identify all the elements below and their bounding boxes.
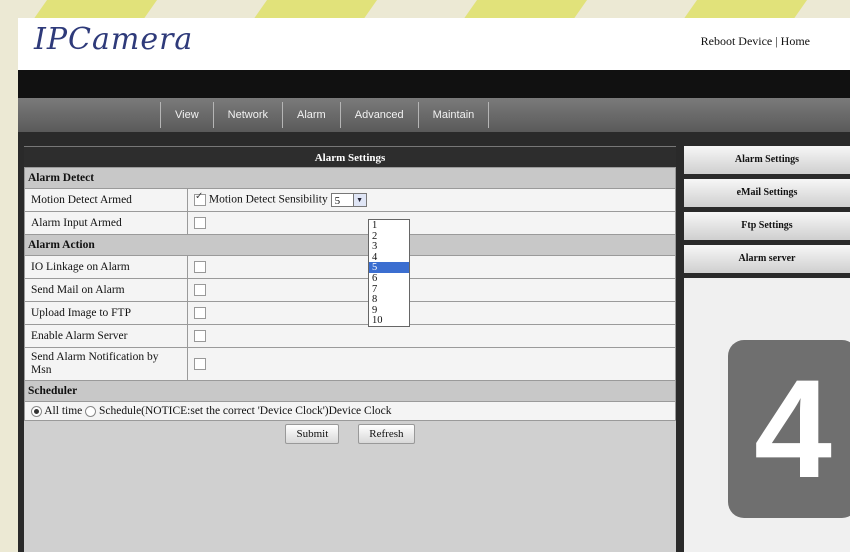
section-row: Scheduler [24, 380, 676, 402]
motion-sensibility-label: Motion Detect Sensibility [208, 193, 328, 206]
sensibility-option[interactable]: 6 [369, 273, 409, 284]
panel-title: Alarm Settings [24, 146, 676, 167]
msn-notify-checkbox[interactable] [194, 358, 206, 371]
section-scheduler: Scheduler [24, 380, 676, 402]
sensibility-option[interactable]: 4 [369, 252, 409, 263]
nav-network[interactable]: Network [212, 102, 282, 128]
scheduler-cell: All time Schedule(NOTICE:set the correct… [24, 401, 676, 421]
sensibility-option[interactable]: 7 [369, 284, 409, 295]
reboot-device-link[interactable]: Reboot Device [701, 34, 773, 48]
sensibility-option-selected[interactable]: 5 [369, 262, 409, 273]
section-alarm-detect: Alarm Detect [24, 167, 676, 189]
upload-ftp-cell [187, 301, 676, 325]
sensibility-option[interactable]: 10 [369, 315, 409, 327]
sensibility-option[interactable]: 2 [369, 231, 409, 242]
alarm-settings-panel: Alarm Settings Alarm Detect Motion Detec… [24, 146, 676, 552]
logo: IPCamera [34, 22, 194, 57]
table-row: Upload Image to FTP [24, 301, 676, 325]
sidebar-item-alarm-server[interactable]: Alarm server [684, 245, 850, 278]
submit-button[interactable]: Submit [285, 424, 340, 444]
motion-detect-checkbox[interactable] [194, 191, 206, 206]
table-row: Motion Detect Armed Motion Detect Sensib… [24, 188, 676, 212]
chevron-down-icon[interactable]: ▼ [352, 194, 366, 206]
table-row: Enable Alarm Server [24, 324, 676, 348]
nav-separator [18, 132, 850, 142]
button-row: Submit Refresh [24, 421, 676, 444]
table-row: Send Mail on Alarm [24, 278, 676, 302]
link-separator: | [775, 34, 778, 48]
motion-detect-cell: Motion Detect Sensibility 5 ▼ [187, 188, 676, 212]
nav-menu: View Network Alarm Advanced Maintain [160, 102, 490, 128]
alarm-settings-table: Alarm Detect Motion Detect Armed Motion … [24, 167, 676, 421]
table-row: All time Schedule(NOTICE:set the correct… [24, 401, 676, 421]
sidebar-item-email-settings[interactable]: eMail Settings [684, 179, 850, 212]
schedule-label: Schedule(NOTICE:set the correct 'Device … [99, 405, 392, 417]
header: IPCamera Reboot Device | Home [18, 18, 850, 70]
nav-view[interactable]: View [160, 102, 213, 128]
motion-sensibility-value: 5 [334, 195, 341, 207]
nav-bar: View Network Alarm Advanced Maintain [18, 98, 850, 132]
alarm-server-label: Enable Alarm Server [24, 324, 188, 348]
alarm-input-cell [187, 211, 676, 235]
section-alarm-action: Alarm Action [24, 234, 676, 256]
all-time-label: All time [44, 405, 83, 417]
sidebar-item-alarm-settings[interactable]: Alarm Settings [684, 146, 850, 179]
sensibility-option[interactable]: 1 [369, 220, 409, 231]
nav-maintain[interactable]: Maintain [417, 102, 490, 128]
alarm-input-checkbox[interactable] [194, 217, 206, 230]
section-row: Alarm Action [24, 234, 676, 256]
upload-ftp-checkbox[interactable] [194, 307, 206, 320]
nav-alarm[interactable]: Alarm [282, 102, 340, 128]
home-link[interactable]: Home [781, 34, 810, 48]
table-row: IO Linkage on Alarm [24, 255, 676, 279]
sensibility-option[interactable]: 3 [369, 241, 409, 252]
io-linkage-checkbox[interactable] [194, 261, 206, 274]
step-number-badge: 4 [728, 340, 850, 518]
motion-sensibility-select[interactable]: 5 ▼ [330, 193, 367, 207]
msn-notify-label: Send Alarm Notification by Msn [24, 347, 188, 381]
top-links: Reboot Device | Home [701, 34, 810, 49]
send-mail-checkbox[interactable] [194, 284, 206, 297]
alarm-server-cell [187, 324, 676, 348]
io-linkage-label: IO Linkage on Alarm [24, 255, 188, 279]
sensibility-option[interactable]: 9 [369, 305, 409, 316]
send-mail-label: Send Mail on Alarm [24, 278, 188, 302]
nav-advanced[interactable]: Advanced [339, 102, 418, 128]
alarm-input-label: Alarm Input Armed [24, 211, 188, 235]
send-mail-cell [187, 278, 676, 302]
sensibility-dropdown[interactable]: 1 2 3 4 5 6 7 8 9 10 [368, 219, 410, 327]
sensibility-option[interactable]: 8 [369, 294, 409, 305]
top-black-bar [18, 70, 850, 98]
io-linkage-cell [187, 255, 676, 279]
motion-detect-label: Motion Detect Armed [24, 188, 188, 212]
upload-ftp-label: Upload Image to FTP [24, 301, 188, 325]
alarm-server-checkbox[interactable] [194, 330, 206, 343]
refresh-button[interactable]: Refresh [358, 424, 415, 444]
sidebar-item-ftp-settings[interactable]: Ftp Settings [684, 212, 850, 245]
msn-notify-cell [187, 347, 676, 381]
table-row: Alarm Input Armed [24, 211, 676, 235]
table-row: Send Alarm Notification by Msn [24, 347, 676, 381]
section-row: Alarm Detect [24, 167, 676, 189]
schedule-radio[interactable] [85, 405, 97, 417]
all-time-radio[interactable] [31, 405, 42, 417]
